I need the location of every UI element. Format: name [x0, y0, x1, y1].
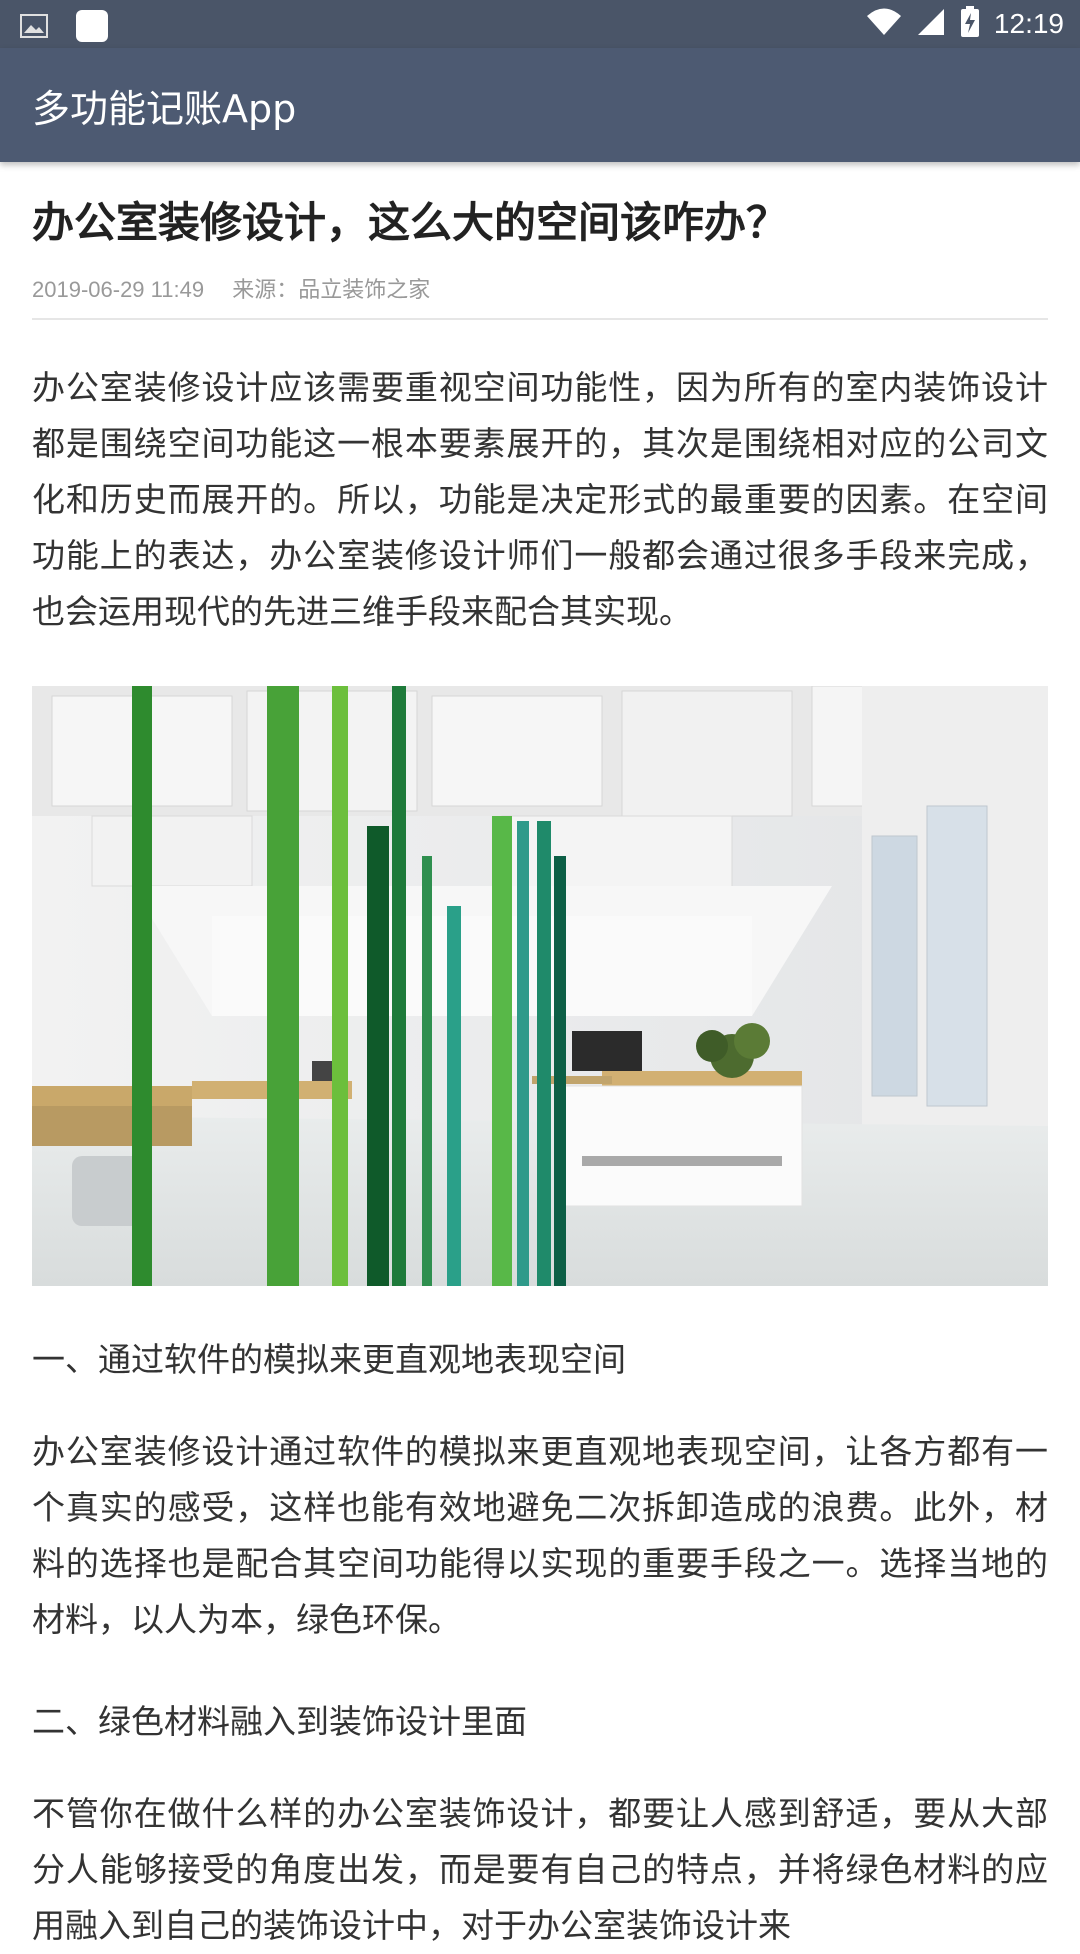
article-paragraph: 办公室装修设计应该需要重视空间功能性，因为所有的室内装饰设计都是围绕空间功能这一…: [32, 368, 1048, 631]
article-title: 办公室装修设计，这么大的空间该咋办？: [32, 198, 789, 247]
article-source: 来源：品立装饰之家: [232, 277, 431, 302]
section-heading: 一、通过软件的模拟来更直观地表现空间: [32, 1340, 626, 1379]
gallery-icon: [20, 14, 48, 42]
article-paragraph: 办公室装修设计通过软件的模拟来更直观地表现空间，让各方都有一个真实的感受，这样也…: [32, 1432, 1048, 1639]
article-paragraph: 不管你在做什么样的办公室装饰设计，都要让人感到舒适，要从大部分人能够接受的角度出…: [32, 1794, 1048, 1945]
signal-icon: [916, 7, 946, 41]
battery-charging-icon: [960, 6, 980, 42]
status-bar: 12:19: [0, 0, 1080, 48]
article-meta: 2019-06-29 11:49 来源：品立装饰之家: [32, 272, 1048, 306]
section-heading: 二、绿色材料融入到装饰设计里面: [32, 1702, 527, 1741]
app-bar: 多功能记账App: [0, 48, 1080, 162]
article-content: 办公室装修设计，这么大的空间该咋办？ 2019-06-29 11:49 来源：品…: [32, 162, 1048, 1954]
status-time: 12:19: [993, 8, 1064, 39]
notification-square-icon: [76, 10, 108, 46]
article-date: 2019-06-29 11:49: [32, 277, 205, 302]
wifi-icon: [866, 7, 902, 41]
app-title: 多功能记账App: [32, 87, 297, 131]
office-interior-image: [32, 686, 1048, 1286]
divider: [32, 318, 1048, 320]
